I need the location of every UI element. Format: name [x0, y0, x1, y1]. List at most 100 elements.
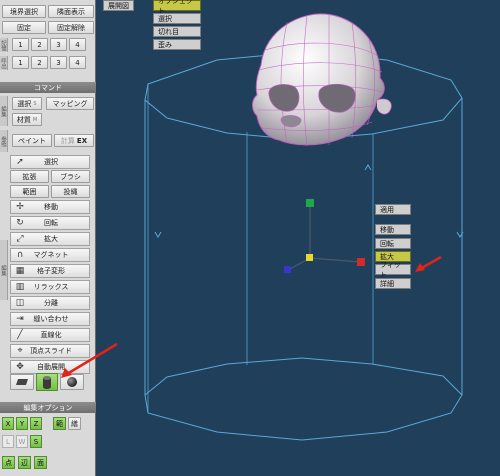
lattice-tool-button[interactable]: ▦ 格子変形 [10, 264, 90, 278]
scale-tool-label: 拡大 [44, 235, 58, 243]
mode-cut-button[interactable]: 切れ目 [153, 26, 201, 37]
mouth-shape [280, 115, 302, 128]
cylinder-arrow-middle [364, 164, 372, 171]
material-label: 材質 [16, 115, 31, 124]
ctx-detail-button[interactable]: 詳細 [375, 278, 411, 289]
gizmo-x-handle[interactable] [357, 258, 365, 266]
brush-button[interactable]: ブラシ [51, 170, 90, 183]
show-adjacent-button[interactable]: 隣面表示 [48, 5, 94, 18]
select-tool-button[interactable]: ➚ 選択 [10, 155, 90, 169]
split-tool-button[interactable]: ◫ 分離 [10, 296, 90, 310]
ctx-fit-button[interactable]: フィット [375, 261, 411, 279]
recall-1-button[interactable]: 1 [12, 56, 29, 69]
left-panel: 境界選択 隣面表示 固定 固定解除 記憶 1 2 3 4 呼出 1 2 3 4 … [0, 0, 96, 476]
measure-label: 計算 [60, 136, 75, 145]
weld-tool-label: 縫い合わせ [33, 315, 69, 323]
relax-tool-button[interactable]: ▥ リラックス [10, 280, 90, 294]
annotation-arrows [415, 255, 442, 272]
edit-side-tab-2[interactable]: 編集 [0, 240, 8, 300]
lattice-icon: ▦ [15, 266, 25, 276]
expand-button[interactable]: 拡張 [10, 170, 49, 183]
ctx-move-button[interactable]: 移動 [375, 224, 411, 235]
split-icon: ◫ [15, 298, 25, 308]
magnet-tool-label: マグネット [33, 251, 69, 259]
mode-distortion-button[interactable]: 歪み [153, 39, 201, 50]
head-model [252, 13, 392, 147]
select-mode-label: 選択 [17, 99, 32, 108]
ex-badge: EX [76, 136, 88, 145]
paint-button[interactable]: ペイント [12, 134, 52, 147]
gizmo-center-handle[interactable] [306, 254, 313, 261]
apply-button[interactable]: 適用 [375, 204, 411, 215]
recall-2-button[interactable]: 2 [31, 56, 48, 69]
straighten-tool-label: 直線化 [40, 331, 62, 339]
mode-object-button[interactable]: オブジェクト [153, 0, 201, 15]
scale-icon: ⤢ [16, 234, 24, 244]
magnet-tool-button[interactable]: ∩ マグネット [10, 248, 90, 262]
boundary-select-button[interactable]: 境界選択 [2, 5, 46, 18]
mode-select-button[interactable]: 選択 [153, 13, 201, 24]
range-button[interactable]: 範囲 [10, 185, 49, 198]
split-tool-label: 分離 [44, 299, 58, 307]
fix-button[interactable]: 固定 [2, 21, 46, 34]
axis-y-toggle[interactable]: Y [16, 417, 28, 430]
face-mode-toggle[interactable]: 面 [34, 456, 47, 469]
red-arrow-cylinder [61, 342, 118, 378]
mapping-button[interactable]: マッピング [46, 97, 94, 110]
scene-canvas[interactable] [97, 0, 500, 476]
cylinder-bottom-ring [144, 357, 463, 441]
gizmo-z-handle[interactable] [284, 266, 291, 273]
material-button[interactable]: 材質 M [12, 113, 42, 126]
material-shortcut-badge: M [32, 116, 38, 123]
memory-4-button[interactable]: 4 [69, 38, 86, 51]
auto-unwrap-icon: ✥ [16, 362, 24, 372]
vertex-mode-toggle[interactable]: 点 [2, 456, 15, 469]
red-arrow-cylinder-shaft [66, 342, 118, 376]
select-shortcut-badge: S [33, 100, 37, 107]
pointer-icon: ➚ [16, 157, 24, 167]
screen-toggle[interactable]: S [30, 435, 42, 448]
world-toggle[interactable]: W [16, 435, 28, 448]
gizmo-y-handle[interactable] [306, 199, 314, 207]
axis-z-toggle[interactable]: Z [30, 417, 42, 430]
stitch-toggle[interactable]: 繕 [68, 417, 81, 430]
weld-tool-button[interactable]: ⇥ 縫い合わせ [10, 312, 90, 326]
edit-side-tab[interactable]: 編集 [0, 96, 8, 126]
local-toggle[interactable]: L [2, 435, 14, 448]
transform-gizmo[interactable] [284, 199, 365, 273]
measure-button[interactable]: 計算 EX [54, 134, 94, 147]
reference-side-tab[interactable]: 参照 [0, 130, 8, 152]
move-icon: ✢ [16, 202, 24, 212]
recall-4-button[interactable]: 4 [69, 56, 86, 69]
recall-3-button[interactable]: 3 [50, 56, 67, 69]
straighten-icon: ╱ [17, 330, 23, 340]
memory-3-button[interactable]: 3 [50, 38, 67, 51]
rotate-tool-label: 回転 [44, 219, 58, 227]
red-arrow-fit-shaft [419, 255, 442, 271]
memory-tab: 記憶 [0, 38, 8, 52]
uv-viewport[interactable]: 展開図 オブジェクト 選択 切れ目 歪み 適用 移動 回転 拡大 フィット 詳細 [97, 0, 500, 476]
move-tool-label: 移動 [44, 203, 58, 211]
rotate-tool-button[interactable]: ↻ 回転 [10, 216, 90, 230]
relax-icon: ▥ [15, 282, 25, 292]
plane-projection-button[interactable] [10, 374, 34, 390]
select-mode-button[interactable]: 選択 S [12, 97, 42, 110]
memory-2-button[interactable]: 2 [31, 38, 48, 51]
lasso-button[interactable]: 投縄 [51, 185, 90, 198]
app-root: 境界選択 隣面表示 固定 固定解除 記憶 1 2 3 4 呼出 1 2 3 4 … [0, 0, 500, 476]
edge-mode-toggle[interactable]: 辺 [18, 456, 31, 469]
memory-1-button[interactable]: 1 [12, 38, 29, 51]
head-surface [252, 13, 385, 146]
relax-tool-label: リラックス [33, 283, 69, 291]
vertex-slide-icon: ⌖ [17, 346, 23, 356]
ctx-rotate-button[interactable]: 回転 [375, 238, 411, 249]
move-tool-button[interactable]: ✢ 移動 [10, 200, 90, 214]
axis-x-toggle[interactable]: X [2, 417, 14, 430]
scale-tool-button[interactable]: ⤢ 拡大 [10, 232, 90, 246]
rotate-icon: ↻ [16, 218, 24, 228]
unfix-button[interactable]: 固定解除 [48, 21, 94, 34]
unfold-view-button[interactable]: 展開図 [103, 0, 134, 11]
recall-tab: 呼出 [0, 56, 8, 70]
edit-options-title: 編集オプション [0, 402, 96, 413]
range-toggle[interactable]: 範 [53, 417, 66, 430]
